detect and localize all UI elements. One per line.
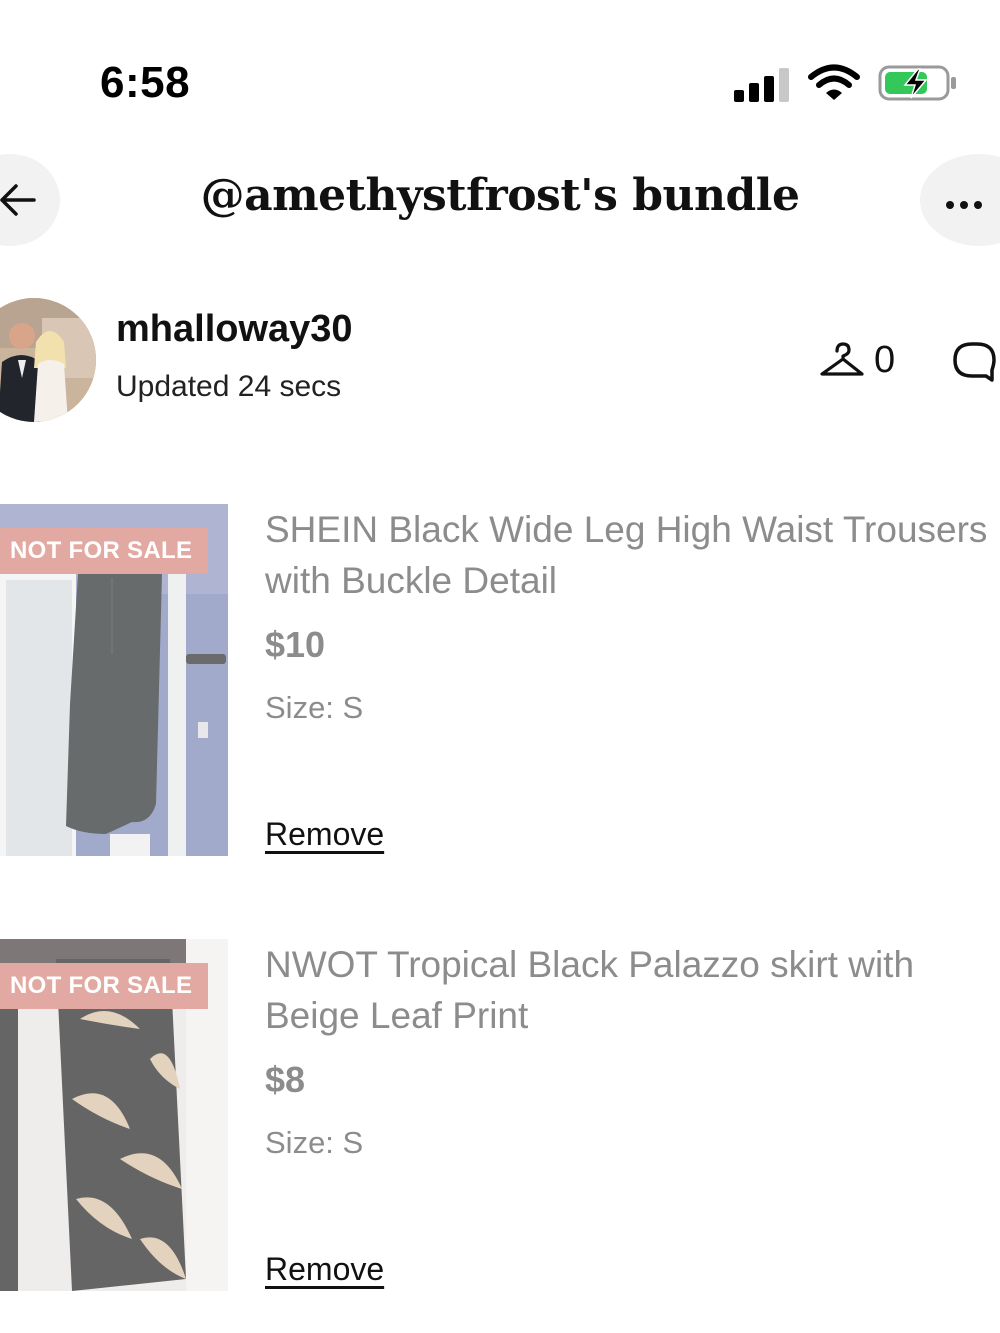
item-photo[interactable]: NOT FOR SALE bbox=[0, 504, 228, 856]
item-price: $8 bbox=[265, 1059, 306, 1100]
cellular-signal-icon bbox=[734, 66, 790, 102]
remove-button[interactable]: Remove bbox=[265, 816, 384, 853]
bundle-screen: 6:58 @amethystfrost's bundle mhalloway30… bbox=[0, 0, 1000, 1333]
seller-username[interactable]: mhalloway30 bbox=[116, 308, 353, 351]
item-price: $10 bbox=[265, 624, 326, 665]
not-for-sale-badge: NOT FOR SALE bbox=[0, 963, 209, 1009]
remove-button[interactable]: Remove bbox=[265, 1251, 384, 1288]
more-horizontal-icon bbox=[946, 196, 988, 214]
avatar[interactable] bbox=[0, 298, 96, 422]
status-time: 6:58 bbox=[100, 58, 191, 107]
more-options-button[interactable] bbox=[920, 154, 1000, 246]
not-for-sale-badge: NOT FOR SALE bbox=[0, 528, 209, 574]
item-size: Size: S bbox=[265, 690, 364, 725]
item-title[interactable]: NWOT Tropical Black Palazzo skirt with B… bbox=[265, 939, 1000, 1041]
comment-icon[interactable] bbox=[950, 340, 1000, 382]
updated-time: Updated 24 secs bbox=[116, 370, 342, 403]
page-title: @amethystfrost's bundle bbox=[200, 170, 800, 221]
likes-count: 0 bbox=[874, 339, 896, 381]
item-size: Size: S bbox=[265, 1125, 364, 1160]
wifi-icon bbox=[808, 64, 860, 100]
hanger-icon bbox=[820, 342, 864, 376]
item-photo[interactable]: NOT FOR SALE bbox=[0, 939, 228, 1291]
battery-charging-icon bbox=[878, 65, 956, 101]
item-title[interactable]: SHEIN Black Wide Leg High Waist Trousers… bbox=[265, 504, 1000, 606]
